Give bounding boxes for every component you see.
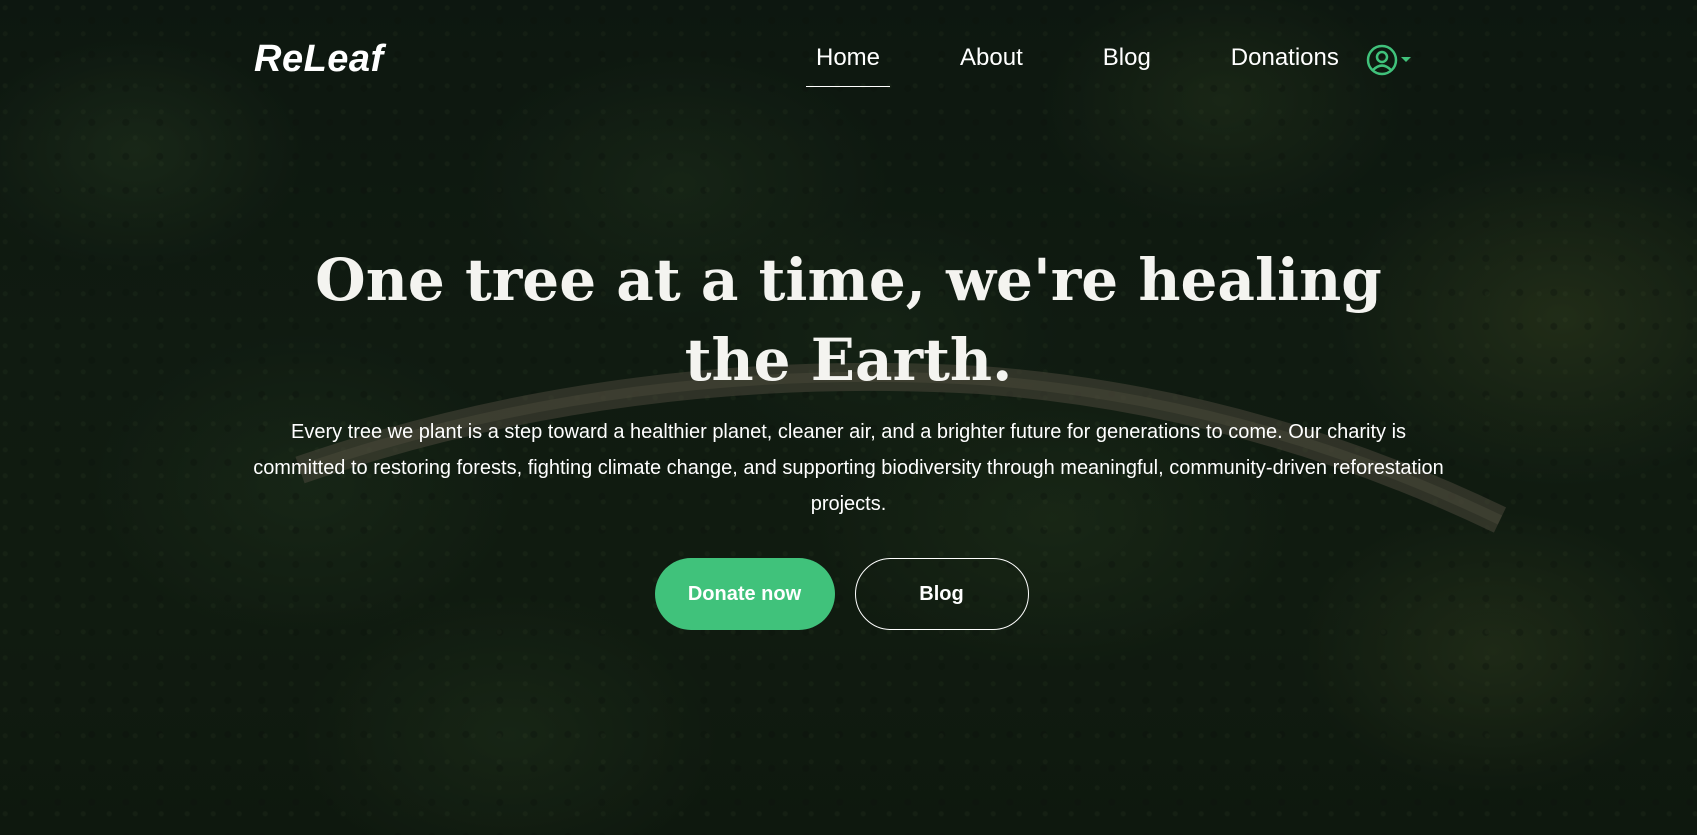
user-circle-icon: [1366, 44, 1398, 76]
blog-button[interactable]: Blog: [854, 558, 1029, 630]
main-nav: Home About Blog Donations: [806, 44, 1409, 87]
caret-down-icon: [1401, 57, 1411, 62]
hero-description: Every tree we plant is a step toward a h…: [253, 421, 1444, 515]
nav-item-blog[interactable]: Blog: [1093, 44, 1161, 86]
hero-section: ReLeaf Home About Blog Donations One tre…: [0, 0, 1697, 835]
nav-item-donations[interactable]: Donations: [1221, 44, 1349, 86]
user-menu-button[interactable]: [1366, 44, 1412, 76]
site-header: ReLeaf Home About Blog Donations: [0, 0, 1697, 120]
brand-logo[interactable]: ReLeaf: [254, 38, 384, 81]
hero-actions: Donate now Blog: [0, 558, 1697, 630]
nav-item-about[interactable]: About: [950, 44, 1033, 86]
hero-headline: One tree at a time, we're healing the Ea…: [315, 246, 1382, 394]
nav-item-home[interactable]: Home: [806, 44, 891, 87]
donate-now-button[interactable]: Donate now: [654, 558, 835, 630]
hero-content: One tree at a time, we're healing the Ea…: [0, 240, 1697, 630]
